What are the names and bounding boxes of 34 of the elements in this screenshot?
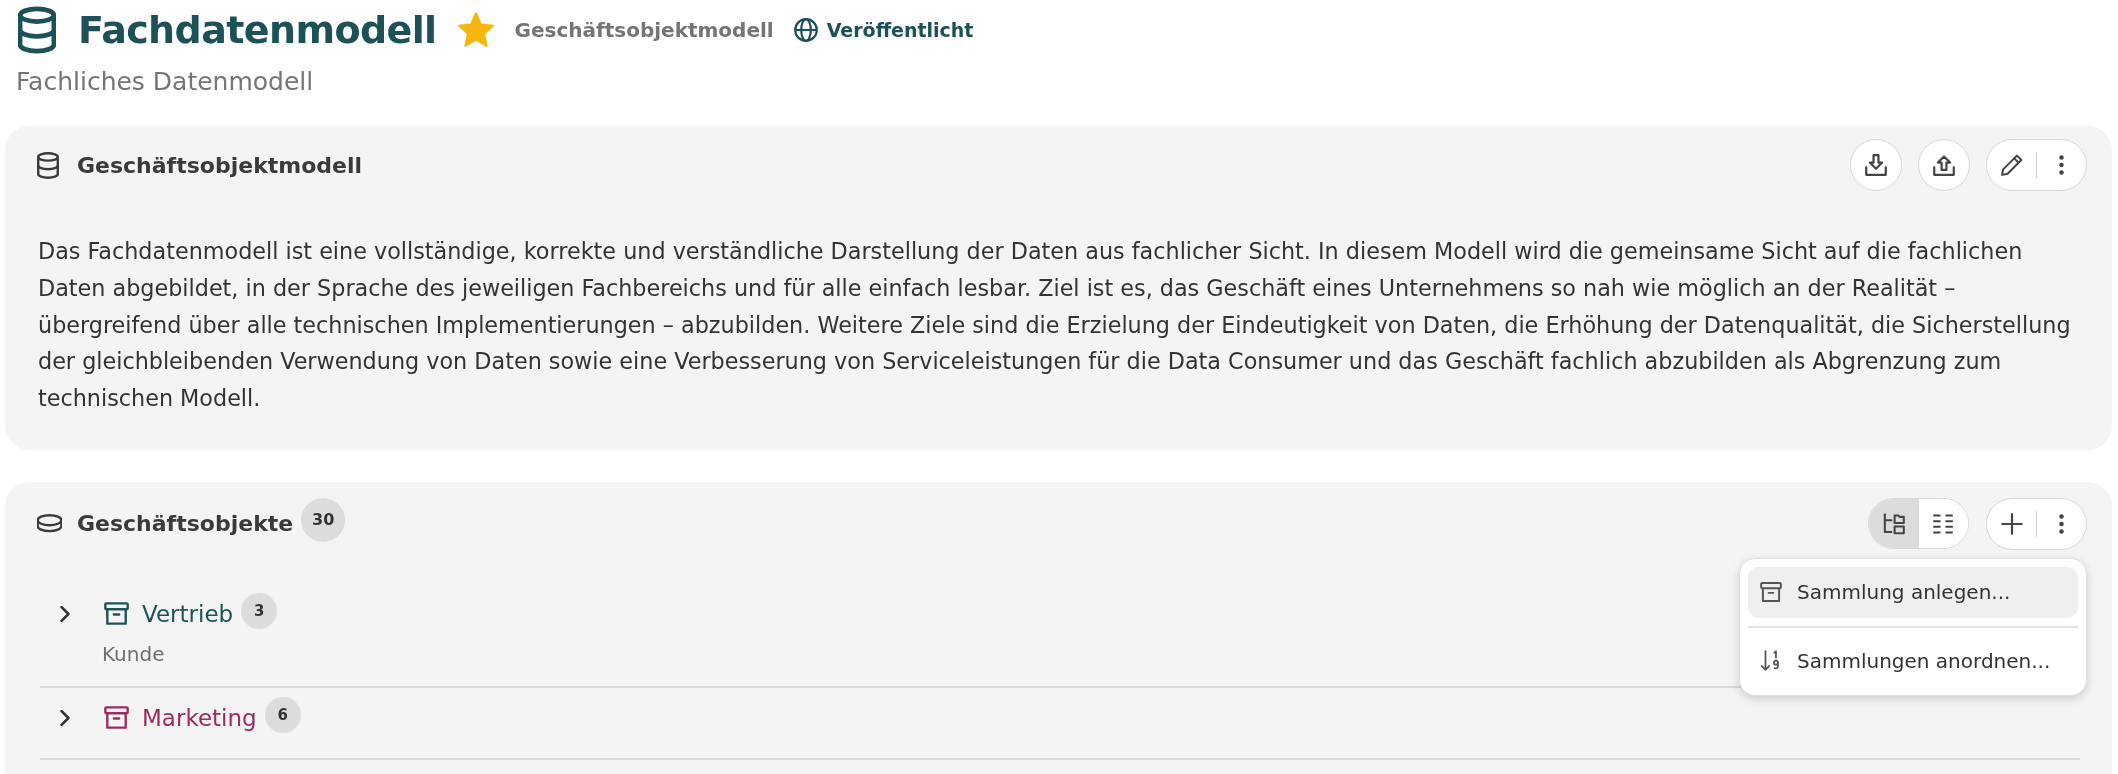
count-badge: 30	[301, 498, 346, 542]
status-label: Veröffentlicht	[826, 19, 974, 41]
model-description: Das Fachdatenmodell ist eine vollständige, korrekte und verständliche Darstellung der Daten aus fachlicher Sicht. In diesem Modell wird die gemeinsame Sicht auf die fachlichen Daten abgebildet, in der Sprache des jeweiligen Fachbereichs und für alle einfach lesbar. Ziel ist es, das Geschäft eines Unternehmens so nah wie möglich an der Realität – übergreifend über alle technischen Implementierungen – abzubilden. Weitere Ziele sind die Erzielung der Eindeutigkeit von Daten, die Erhöhung der Datenqualität, die Sicherstellung der gleichbleibenden Verwendung von Daten sowie eine Verbesserung von Serviceleistungen für die Data Consumer und das Geschäft fachlich abzubilden als Abgrenzung zum technischen Modell.	[38, 237, 2072, 414]
page-subtitle: Fachliches Datenmodell	[16, 66, 314, 98]
upload-button[interactable]	[1918, 139, 1970, 191]
list-view-icon	[1932, 513, 1955, 535]
more-icon	[2059, 155, 2064, 175]
database-icon	[18, 5, 56, 55]
chevron-right-icon[interactable]	[60, 606, 70, 622]
model-type-label: Geschäftsobjektmodell	[514, 18, 774, 42]
count-badge: 3	[241, 593, 278, 629]
collection-name[interactable]: Marketing	[142, 705, 257, 731]
globe-icon	[793, 18, 818, 42]
pencil-icon	[2000, 154, 2023, 176]
sort-icon	[1760, 650, 1782, 673]
collection-name[interactable]: Vertrieb	[142, 601, 234, 627]
archive-box-icon	[1760, 581, 1782, 604]
card-title: Geschäftsobjektmodell	[77, 152, 363, 178]
star-icon[interactable]	[456, 12, 495, 48]
download-icon	[1865, 154, 1887, 176]
card-title: Geschäftsobjekte	[77, 511, 294, 537]
count-badge: 6	[264, 697, 301, 733]
page-title: Fachdatenmodell	[78, 7, 437, 54]
upload-icon	[1933, 154, 1955, 176]
tree-view-icon	[1882, 513, 1905, 535]
database-icon	[37, 514, 62, 534]
plus-icon	[2000, 513, 2023, 535]
menu-item[interactable]: Sammlung anlegen...	[1748, 567, 2078, 618]
collection-subtitle: Kunde	[102, 641, 165, 668]
download-button[interactable]	[1850, 139, 1902, 191]
chevron-right-icon[interactable]	[60, 710, 70, 726]
more-icon	[2059, 514, 2064, 534]
database-icon	[37, 151, 59, 179]
tree-view-button[interactable]	[1869, 499, 1919, 549]
